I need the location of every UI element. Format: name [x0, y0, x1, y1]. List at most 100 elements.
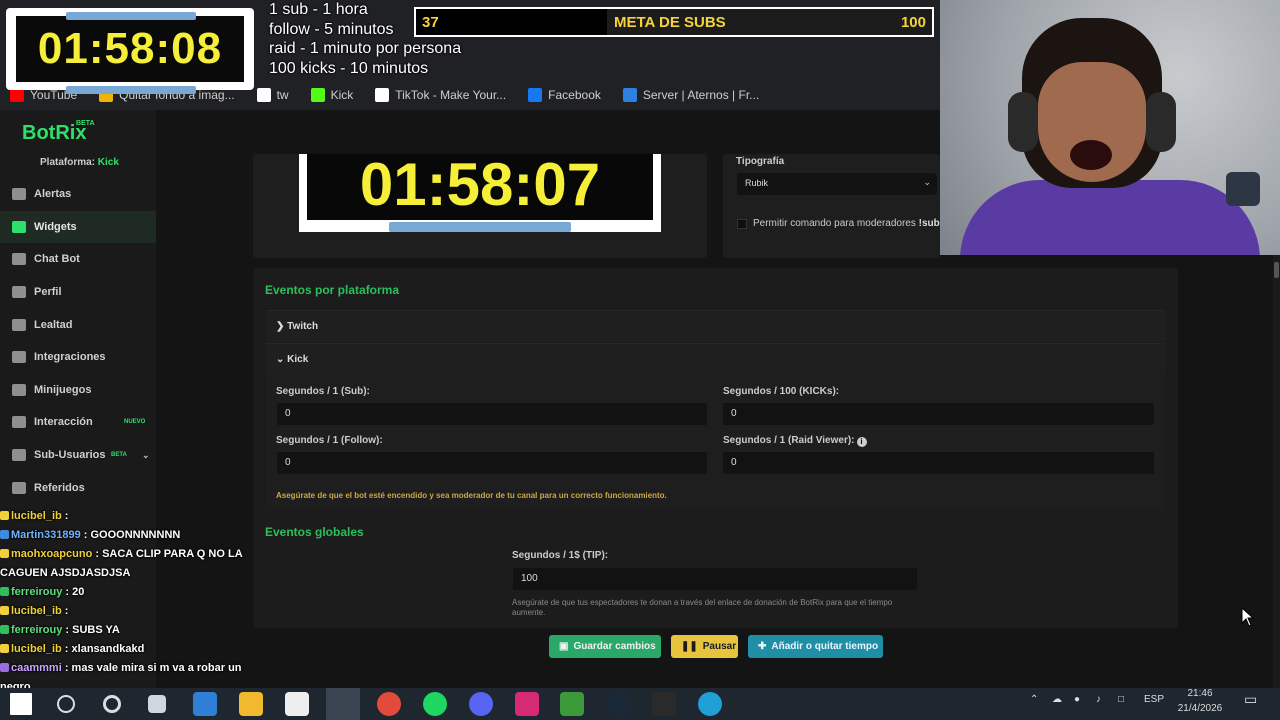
- search-icon[interactable]: [57, 695, 75, 713]
- chat-username: caammmi: [11, 662, 62, 674]
- bookmark-label: Facebook: [548, 88, 601, 102]
- volume-icon[interactable]: ♪: [1096, 694, 1101, 705]
- webcam-mouth: [1070, 140, 1112, 170]
- windows-start-icon[interactable]: [10, 693, 32, 715]
- instagram-icon[interactable]: [515, 692, 539, 716]
- sidebar-badge: NUEVO: [124, 419, 146, 426]
- rule-line: raid - 1 minuto por persona: [269, 40, 462, 57]
- referral-icon: [12, 481, 26, 494]
- plus-icon: ✚: [758, 641, 767, 652]
- sidebar-item-integraciones[interactable]: Integraciones: [0, 341, 156, 374]
- raid-seconds-input[interactable]: 0: [723, 452, 1154, 474]
- bot-moderator-note: Asegúrate de que el bot esté encendido y…: [276, 491, 667, 500]
- accordion-twitch-label: ❯ Twitch: [276, 321, 318, 332]
- page-scrollbar[interactable]: [1273, 255, 1280, 688]
- microphone-icon[interactable]: ●: [1074, 694, 1080, 705]
- sidebar-item-label: Alertas: [34, 188, 72, 201]
- bookmark-item[interactable]: Facebook: [528, 88, 601, 102]
- capcut-icon[interactable]: [285, 692, 309, 716]
- platform-label: Plataforma:: [40, 157, 96, 168]
- scrollbar-thumb[interactable]: [1274, 262, 1279, 278]
- spotify-icon[interactable]: [423, 692, 447, 716]
- bookmark-icon: [375, 88, 390, 102]
- add-time-label: Añadir o quitar tiempo: [771, 641, 879, 652]
- epic-games-icon[interactable]: [652, 692, 676, 716]
- settings-card: [723, 154, 940, 258]
- typography-select[interactable]: Rubik ⌄: [737, 173, 937, 195]
- cloud-icon[interactable]: ☁: [1052, 694, 1062, 705]
- gamepad-icon: [12, 383, 26, 396]
- chrome-icon[interactable]: [377, 692, 401, 716]
- add-time-button[interactable]: ✚ Añadir o quitar tiempo: [748, 635, 883, 658]
- cortana-icon[interactable]: [103, 695, 121, 713]
- chat-badge-icon: [0, 530, 9, 539]
- task-view-icon[interactable]: [148, 695, 166, 713]
- webcam-shirt: [960, 180, 1260, 255]
- chat-text: : xlansandkakd: [61, 643, 145, 655]
- sub-seconds-input[interactable]: 0: [277, 403, 707, 425]
- chat-message: lucibel_ib : xlansandkakd: [0, 641, 300, 660]
- network-icon[interactable]: □: [1118, 694, 1124, 705]
- chat-text: :: [61, 605, 69, 617]
- sidebar-item-interacci-n[interactable]: Interacción NUEVO: [0, 406, 156, 439]
- store-icon[interactable]: [193, 692, 217, 716]
- sidebar-item-referidos[interactable]: Referidos: [0, 471, 156, 504]
- sidebar-item-label: Referidos: [34, 481, 85, 494]
- clock[interactable]: 21:46 21/4/2026: [1170, 686, 1230, 716]
- tip-seconds-input[interactable]: 100: [513, 568, 917, 590]
- timer-preview: 01:58:07: [299, 151, 661, 232]
- discord-icon[interactable]: [469, 692, 493, 716]
- obs-icon[interactable]: [326, 688, 360, 720]
- mod-command-text: Permitir comando para moderadores: [753, 218, 916, 229]
- pause-button[interactable]: ❚❚ Pausar: [671, 635, 738, 658]
- chevron-down-icon: ⌄: [276, 354, 288, 365]
- donation-note: Asegúrate de que tus espectadores te don…: [512, 598, 893, 617]
- minecraft-icon[interactable]: [560, 692, 584, 716]
- chat-username: Martin331899: [11, 529, 81, 541]
- kicks-seconds-input[interactable]: 0: [723, 403, 1154, 425]
- chevron-up-icon[interactable]: ⌃: [1030, 694, 1038, 705]
- mod-command-checkbox[interactable]: [737, 219, 747, 229]
- sidebar-nav: Alertas Widgets Chat Bot Perfil Lealtad Integ…: [0, 178, 156, 504]
- bookmark-item[interactable]: TikTok - Make Your...: [375, 88, 506, 102]
- sidebar-item-chat-bot[interactable]: Chat Bot: [0, 243, 156, 276]
- bookmark-item[interactable]: Server | Aternos | Fr...: [622, 88, 759, 102]
- sidebar-item-label: Perfil: [34, 286, 62, 299]
- sidebar-item-label: Sub-Usuarios: [34, 449, 106, 462]
- chat-username: lucibel_ib: [11, 605, 62, 617]
- file-explorer-icon[interactable]: [239, 692, 263, 716]
- sidebar-item-lealtad[interactable]: Lealtad: [0, 308, 156, 341]
- bookmark-item[interactable]: Kick: [310, 88, 353, 102]
- kick-label: Kick: [287, 354, 309, 365]
- accordion-kick[interactable]: ⌄ Kick: [266, 343, 1165, 375]
- chat-badge-icon: [0, 644, 9, 653]
- edge-icon[interactable]: [698, 692, 722, 716]
- sidebar-item-minijuegos[interactable]: Minijuegos: [0, 374, 156, 407]
- chat-username: ferreirouy: [11, 624, 63, 636]
- notifications-icon[interactable]: ▭: [1244, 691, 1257, 708]
- language-indicator[interactable]: ESP: [1144, 694, 1164, 705]
- bookmark-item[interactable]: tw: [256, 88, 289, 102]
- grid-icon: [12, 220, 26, 233]
- sidebar-item-sub-usuarios[interactable]: Sub-Usuarios BETA ⌄: [0, 439, 156, 472]
- chat-text: : mas vale mira si m va a robar un: [61, 662, 242, 674]
- follow-seconds-input[interactable]: 0: [277, 452, 707, 474]
- sidebar-item-alertas[interactable]: Alertas: [0, 178, 156, 211]
- sidebar-item-widgets[interactable]: Widgets: [0, 210, 156, 244]
- sub-seconds-label: Segundos / 1 (Sub):: [276, 386, 370, 397]
- chat-badge-icon: [0, 663, 9, 672]
- pause-label: Pausar: [702, 641, 737, 652]
- events-title: Eventos por plataforma: [265, 283, 400, 297]
- chat-message: lucibel_ib :: [0, 603, 300, 622]
- steam-icon[interactable]: [606, 692, 630, 716]
- headphone-right: [1146, 92, 1176, 152]
- info-icon[interactable]: i: [856, 437, 867, 447]
- accordion-twitch[interactable]: ❯ Twitch: [266, 310, 1165, 342]
- bot-icon: [12, 253, 26, 266]
- chat-text: : SACA CLIP PARA Q NO LA: [92, 548, 243, 560]
- users-icon: [12, 449, 26, 462]
- save-button[interactable]: ▣ Guardar cambios: [549, 635, 661, 658]
- chevron-down-icon: ⌄: [142, 449, 150, 460]
- typography-value: Rubik: [745, 178, 769, 188]
- sidebar-item-perfil[interactable]: Perfil: [0, 276, 156, 309]
